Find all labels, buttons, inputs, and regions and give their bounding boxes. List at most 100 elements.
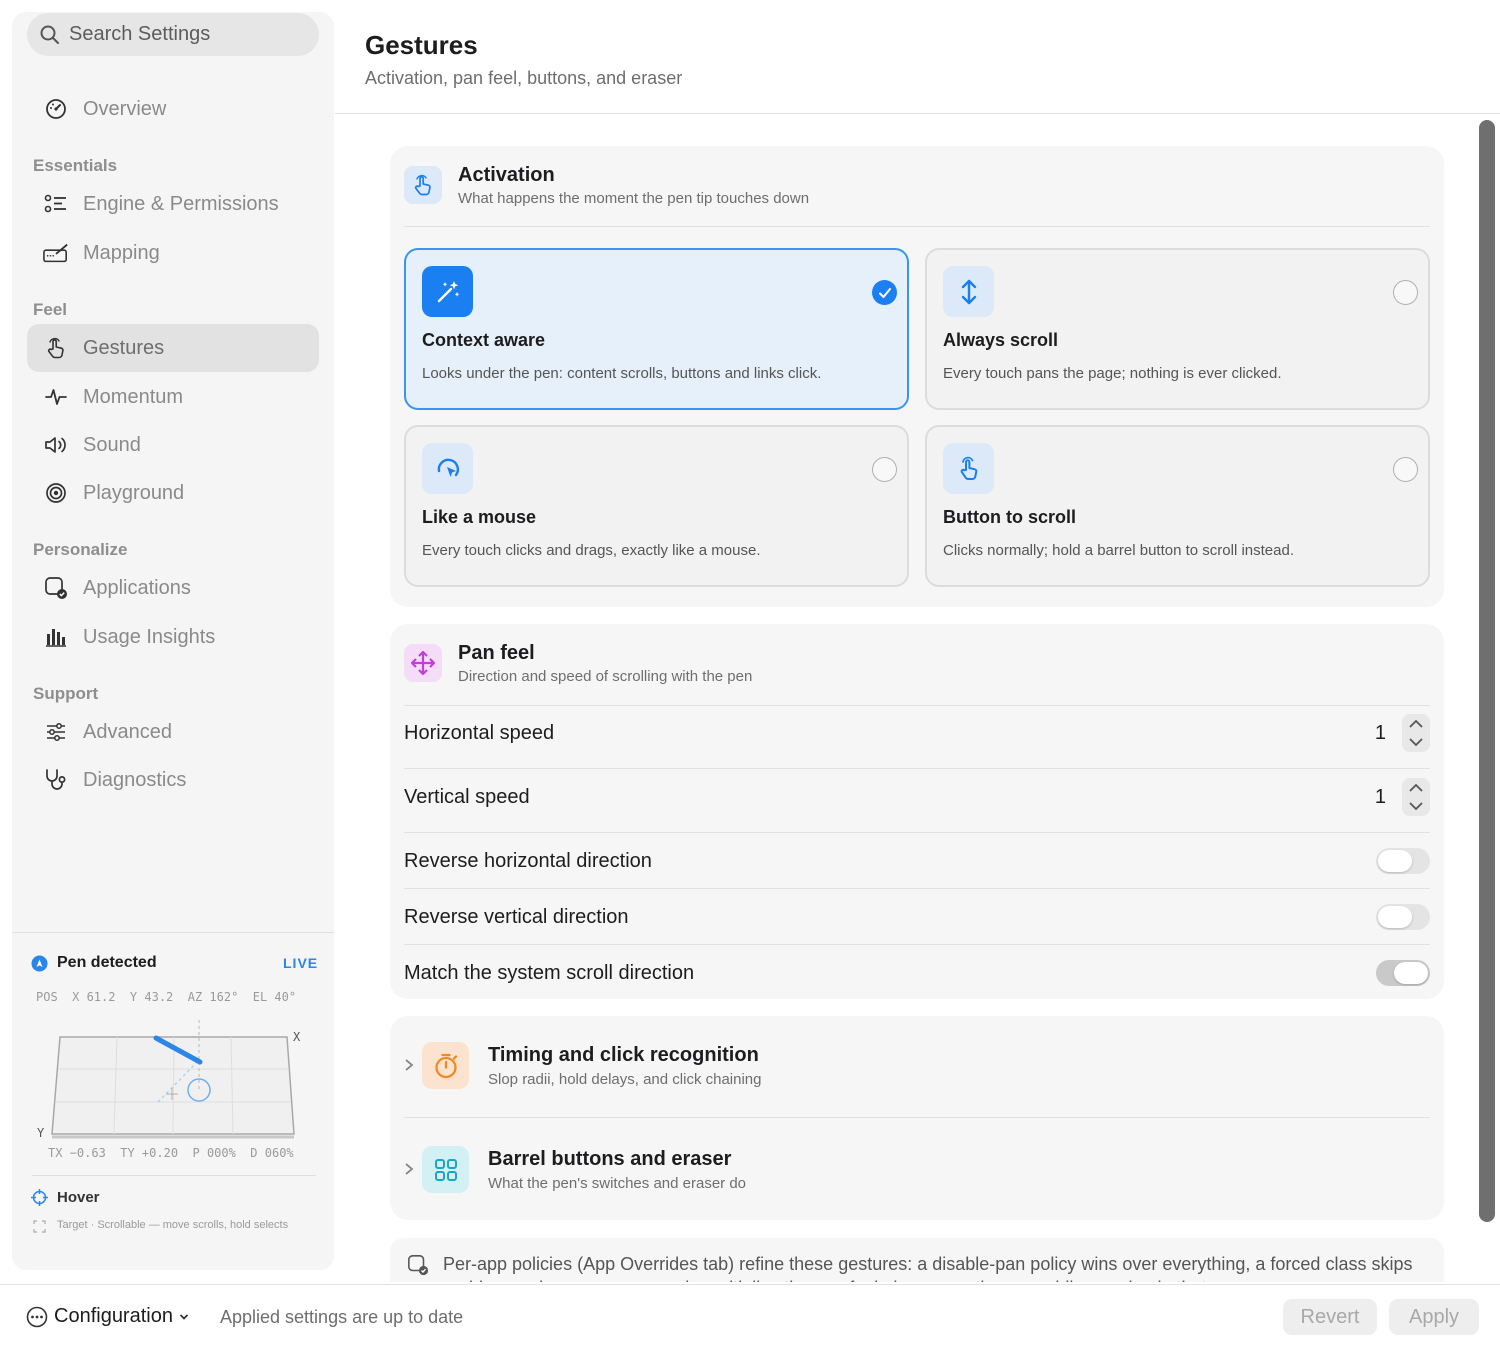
stethoscope-icon <box>43 767 69 793</box>
sidebar-item-label: Momentum <box>83 385 184 408</box>
sidebar-item-label: Diagnostics <box>83 768 187 791</box>
section-subtitle: What the pen's switches and eraser do <box>488 1175 747 1192</box>
toggle-knob <box>1378 906 1412 928</box>
row-label: Match the system scroll direction <box>404 961 695 984</box>
sidebar-item-label: Overview <box>83 97 167 120</box>
reverse-vertical-toggle[interactable] <box>1376 904 1430 930</box>
option-description: Clicks normally; hold a barrel button to… <box>943 542 1294 559</box>
pen-tilt-visualizer <box>51 1020 295 1139</box>
page-header: Gestures Activation, pan feel, buttons, … <box>335 0 1500 114</box>
apply-button[interactable]: Apply <box>1389 1299 1479 1335</box>
barrel-section-header[interactable]: Barrel buttons and eraser What the pen's… <box>390 1119 1444 1219</box>
radio-unchecked[interactable] <box>1393 457 1418 482</box>
horizontal-speed-stepper[interactable] <box>1402 714 1430 752</box>
radio-unchecked[interactable] <box>872 457 897 482</box>
sidebar-item-label: Engine & Permissions <box>83 192 279 215</box>
chevron-right-icon <box>404 1058 414 1072</box>
section-title: Timing and click recognition <box>488 1044 759 1066</box>
card-title: Pan feel <box>458 642 535 664</box>
sidebar-item-overview[interactable]: Overview <box>27 85 319 133</box>
divider <box>404 226 1430 227</box>
sidebar-item-label: Advanced <box>83 720 172 743</box>
timing-section-header[interactable]: Timing and click recognition Slop radii,… <box>390 1016 1444 1116</box>
section-heading-essentials: Essentials <box>33 156 118 175</box>
reverse-horizontal-toggle[interactable] <box>1376 848 1430 874</box>
pan-feel-card: Pan feel Direction and speed of scrollin… <box>390 624 1444 999</box>
search-placeholder: Search Settings <box>69 23 211 45</box>
section-title: Barrel buttons and eraser <box>488 1148 732 1170</box>
sidebar-item-gestures[interactable]: Gestures <box>27 324 319 372</box>
sidebar-item-usage-insights[interactable]: Usage Insights <box>27 613 319 661</box>
page-subtitle: Activation, pan feel, buttons, and erase… <box>365 68 683 88</box>
sidebar-item-label: Applications <box>83 576 191 599</box>
stepper-arrows-icon <box>1409 719 1423 747</box>
magic-wand-icon <box>422 266 473 317</box>
checkmark-icon <box>878 287 891 298</box>
app-badge-icon <box>407 1254 429 1276</box>
sidebar-item-applications[interactable]: Applications <box>27 564 319 612</box>
timer-icon <box>422 1042 469 1089</box>
configuration-menu[interactable]: Configuration <box>26 1305 189 1328</box>
horizontal-speed-value: 1 <box>1374 721 1386 744</box>
chevron-down-icon <box>179 1313 189 1321</box>
divider <box>404 888 1430 889</box>
divider <box>12 932 334 933</box>
sidebar-item-advanced[interactable]: Advanced <box>27 708 319 756</box>
sidebar-item-diagnostics[interactable]: Diagnostics <box>27 756 319 804</box>
option-description: Every touch pans the page; nothing is ev… <box>943 365 1282 382</box>
hand-pointer-icon <box>404 166 442 204</box>
sidebar-item-playground[interactable]: Playground <box>27 469 319 517</box>
vertical-speed-stepper[interactable] <box>1402 778 1430 816</box>
match-system-toggle[interactable] <box>1376 960 1430 986</box>
section-heading-support: Support <box>33 684 99 703</box>
pen-status-icon <box>31 955 48 972</box>
configuration-label: Configuration <box>54 1305 173 1327</box>
ellipsis-circle-icon <box>26 1306 48 1328</box>
per-app-policy-note: Per-app policies (App Overrides tab) ref… <box>390 1238 1444 1282</box>
reverse-vertical-row: Reverse vertical direction <box>404 902 1430 932</box>
radio-checked[interactable] <box>872 280 897 305</box>
divider <box>404 944 1430 945</box>
chevron-right-icon <box>404 1162 414 1176</box>
footer-bar: Configuration Applied settings are up to… <box>0 1284 1500 1350</box>
speaker-icon <box>43 432 69 458</box>
option-always-scroll[interactable]: Always scroll Every touch pans the page;… <box>925 248 1430 410</box>
sidebar-item-label: Usage Insights <box>83 625 216 648</box>
option-button-to-scroll[interactable]: Button to scroll Clicks normally; hold a… <box>925 425 1430 587</box>
search-field[interactable]: Search Settings <box>27 13 319 56</box>
row-label: Horizontal speed <box>404 721 555 744</box>
target-icon <box>43 480 69 506</box>
scrollbar-thumb[interactable] <box>1479 120 1495 1222</box>
row-label: Reverse horizontal direction <box>404 849 652 872</box>
crosshair-icon <box>31 1189 48 1206</box>
page-title: Gestures <box>365 30 478 60</box>
sliders-icon <box>43 719 69 745</box>
option-context-aware[interactable]: Context aware Looks under the pen: conte… <box>404 248 909 410</box>
sidebar-item-momentum[interactable]: Momentum <box>27 373 319 421</box>
stepper-arrows-icon <box>1409 783 1423 811</box>
divider <box>32 1175 316 1176</box>
revert-button[interactable]: Revert <box>1283 1299 1377 1335</box>
hand-pointer-icon <box>43 335 69 361</box>
match-system-row: Match the system scroll direction <box>404 958 1430 988</box>
option-title: Context aware <box>422 330 546 350</box>
radio-unchecked[interactable] <box>1393 280 1418 305</box>
status-text: Applied settings are up to date <box>220 1307 464 1327</box>
frame-corners-icon <box>33 1220 46 1233</box>
row-label: Vertical speed <box>404 785 530 808</box>
sidebar-item-mapping[interactable]: Mapping <box>27 229 319 277</box>
option-description: Every touch clicks and drags, exactly li… <box>422 542 761 559</box>
cursor-click-icon <box>422 443 473 494</box>
option-like-a-mouse[interactable]: Like a mouse Every touch clicks and drag… <box>404 425 909 587</box>
live-badge: LIVE <box>283 955 319 971</box>
gauge-icon <box>43 96 69 122</box>
sidebar-item-sound[interactable]: Sound <box>27 421 319 469</box>
search-icon <box>39 24 61 46</box>
tablet-pen-icon <box>43 240 69 266</box>
waveform-icon <box>43 384 69 410</box>
note-text: Per-app policies (App Overrides tab) ref… <box>443 1254 1413 1282</box>
axis-y-label: Y <box>37 1126 45 1140</box>
divider <box>404 768 1430 769</box>
sidebar-item-engine[interactable]: Engine & Permissions <box>27 180 319 228</box>
horizontal-speed-row: Horizontal speed 1 <box>404 714 1430 752</box>
